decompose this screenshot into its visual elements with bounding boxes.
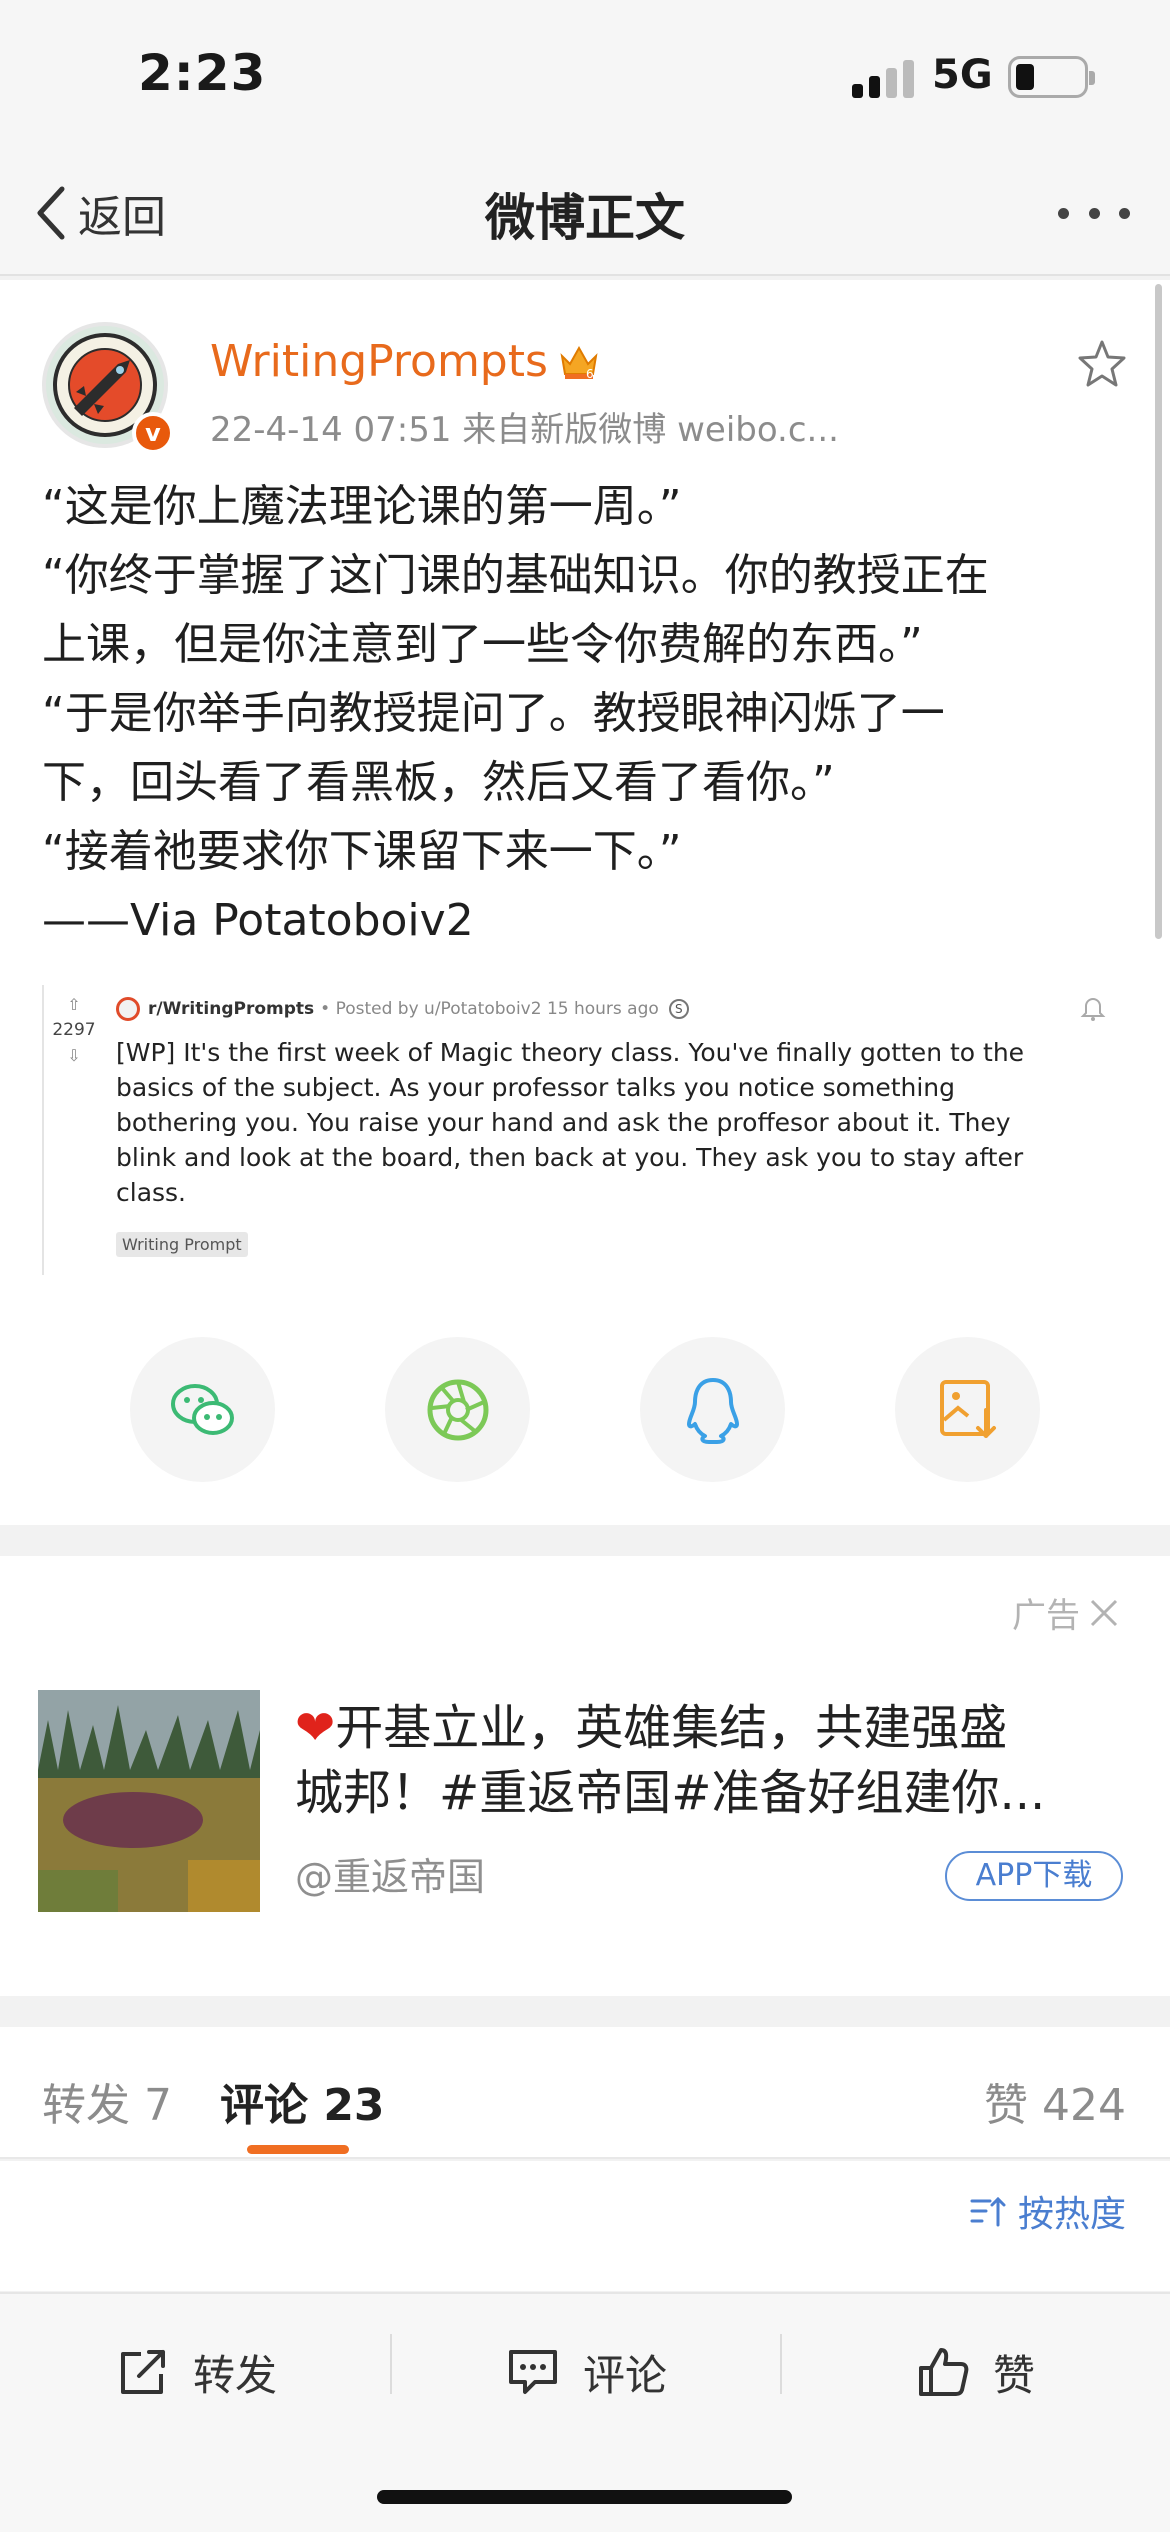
reddit-line: class. xyxy=(116,1178,187,1207)
subreddit-name: r/WritingPrompts xyxy=(148,999,315,1019)
comment-button[interactable]: 评论 xyxy=(505,2332,667,2412)
verified-badge-icon: v xyxy=(132,412,174,454)
comment-icon xyxy=(509,2350,557,2394)
reddit-body: [WP] It's the first week of Magic theory… xyxy=(116,1035,1116,1210)
post-line: ——Via Potatoboiv2 xyxy=(42,895,474,946)
battery-icon xyxy=(1008,56,1095,98)
crown-icon: 6 xyxy=(560,345,598,381)
post-card: v WritingPrompts 6 22-4-14 07:51 来自新版微博 … xyxy=(0,280,1170,1525)
back-label: 返回 xyxy=(78,192,166,243)
signal-icon xyxy=(852,58,916,98)
status-bar: 2:23 5G xyxy=(0,0,1170,150)
interaction-tabs: 转发 7 评论 23 赞 424 xyxy=(0,2027,1170,2159)
username[interactable]: WritingPrompts xyxy=(210,336,548,387)
reddit-line: [WP] It's the first week of Magic theory… xyxy=(116,1038,1025,1067)
back-button[interactable]: 返回 xyxy=(32,176,166,250)
qq-icon xyxy=(686,1377,739,1444)
status-time: 2:23 xyxy=(138,44,267,102)
flair-badge: Writing Prompt xyxy=(116,1232,248,1257)
ad-title-line: 城邦！#重返帝国#准备好组建你... xyxy=(295,1765,1046,1821)
repost-button[interactable]: 转发 xyxy=(115,2332,277,2412)
more-dot-icon xyxy=(1119,207,1130,219)
ad-title[interactable]: ❤开基立业，英雄集结，共建强盛 城邦！#重返帝国#准备好组建你... xyxy=(295,1696,1135,1826)
award-icon: S xyxy=(668,999,689,1019)
ad-image-graphic xyxy=(38,1690,260,1912)
sort-label: 按热度 xyxy=(1017,2194,1126,2235)
reddit-line: basics of the subject. As your professor… xyxy=(116,1073,956,1102)
ad-image[interactable] xyxy=(38,1690,260,1912)
embedded-image[interactable]: ⇧ 2297 ⇩ r/WritingPrompts • Posted by u/… xyxy=(42,985,1122,1275)
like-label: 赞 xyxy=(993,2350,1036,2400)
bell-icon xyxy=(1080,998,1106,1021)
post-line: 下，回头看了看黑板，然后又看了看你。” xyxy=(42,757,835,808)
nav-bar: 返回 微博正文 xyxy=(0,150,1170,276)
post-text: “这是你上魔法理论课的第一周。” “你终于掌握了这门课的基础知识。你的教授正在 … xyxy=(42,472,1132,955)
repost-label: 转发 xyxy=(193,2350,278,2400)
tab-repost[interactable]: 转发 7 xyxy=(42,2069,172,2133)
post-line: “于是你举手向教授提问了。教授眼神闪烁了一 xyxy=(42,688,945,739)
posted-by: • Posted by u/Potatoboiv2 15 hours ago xyxy=(320,999,659,1019)
divider xyxy=(780,2334,782,2394)
comment-label: 评论 xyxy=(583,2350,668,2400)
more-dot-icon xyxy=(1088,207,1100,219)
post-line: “接着祂要求你下课留下来一下。” xyxy=(42,826,682,877)
chevron-left-icon xyxy=(37,186,65,240)
post-line: “你终于掌握了这门课的基础知识。你的教授正在 xyxy=(42,550,989,601)
sort-icon xyxy=(970,2196,1006,2227)
close-icon[interactable] xyxy=(1088,1597,1120,1629)
subreddit-logo-icon xyxy=(116,997,140,1021)
post-meta: 22-4-14 07:51 来自新版微博 weibo.c... xyxy=(210,410,839,450)
wechat-icon xyxy=(170,1383,234,1435)
divider xyxy=(390,2334,392,2394)
tab-like[interactable]: 赞 424 xyxy=(984,2069,1126,2133)
ad-label-text: 广告 xyxy=(1012,1596,1080,1636)
save-image-button[interactable] xyxy=(895,1337,1040,1482)
username-row[interactable]: WritingPrompts 6 xyxy=(210,336,600,387)
share-moments-button[interactable] xyxy=(385,1337,530,1482)
avatar[interactable]: v xyxy=(42,322,174,454)
network-type: 5G xyxy=(932,52,993,98)
share-qq-button[interactable] xyxy=(640,1337,785,1482)
more-dot-icon xyxy=(1058,207,1069,219)
ad-account[interactable]: @重返帝国 xyxy=(295,1846,485,1901)
ad-title-line: 开基立业，英雄集结，共建强盛 xyxy=(335,1700,1008,1756)
svg-text:6: 6 xyxy=(586,367,594,381)
sort-row: 按热度 xyxy=(0,2161,1170,2291)
share-wechat-button[interactable] xyxy=(130,1337,275,1482)
like-button[interactable]: 赞 xyxy=(915,2332,1035,2412)
tab-active-indicator xyxy=(247,2145,349,2154)
post-line: 上课，但是你注意到了一些令你费解的东西。” xyxy=(42,619,923,670)
page-title: 微博正文 xyxy=(485,189,685,247)
moments-icon xyxy=(427,1379,488,1440)
ad-card[interactable]: 广告 ❤开基立业，英雄集结，共建强盛 城邦！#重返帝国#准备好组建你... @重… xyxy=(0,1556,1170,1996)
vote-column: ⇧ 2297 ⇩ xyxy=(50,995,98,1065)
heart-icon: ❤ xyxy=(295,1700,336,1756)
star-icon[interactable] xyxy=(1076,338,1128,390)
reddit-line: bothering you. You raise your hand and a… xyxy=(116,1108,1011,1137)
upvote-icon: ⇧ xyxy=(67,995,81,1014)
post-line: “这是你上魔法理论课的第一周。” xyxy=(42,481,682,532)
vote-count: 2297 xyxy=(52,1020,96,1040)
repost-icon xyxy=(121,2350,165,2394)
reddit-line: blink and look at the board, then back a… xyxy=(116,1143,1024,1172)
ad-label[interactable]: 广告 xyxy=(1012,1588,1120,1637)
app-download-button[interactable]: APP下载 xyxy=(945,1851,1123,1901)
reddit-header: r/WritingPrompts • Posted by u/Potatoboi… xyxy=(116,997,689,1021)
home-indicator[interactable] xyxy=(377,2490,792,2504)
sort-button[interactable]: 按热度 xyxy=(968,2185,1126,2237)
scrollbar[interactable] xyxy=(1155,284,1162,939)
thumbs-up-icon xyxy=(919,2348,969,2396)
save-image-icon xyxy=(939,1379,996,1438)
more-button[interactable] xyxy=(1058,190,1130,236)
downvote-icon: ⇩ xyxy=(67,1046,81,1065)
tab-comment[interactable]: 评论 23 xyxy=(220,2069,385,2133)
